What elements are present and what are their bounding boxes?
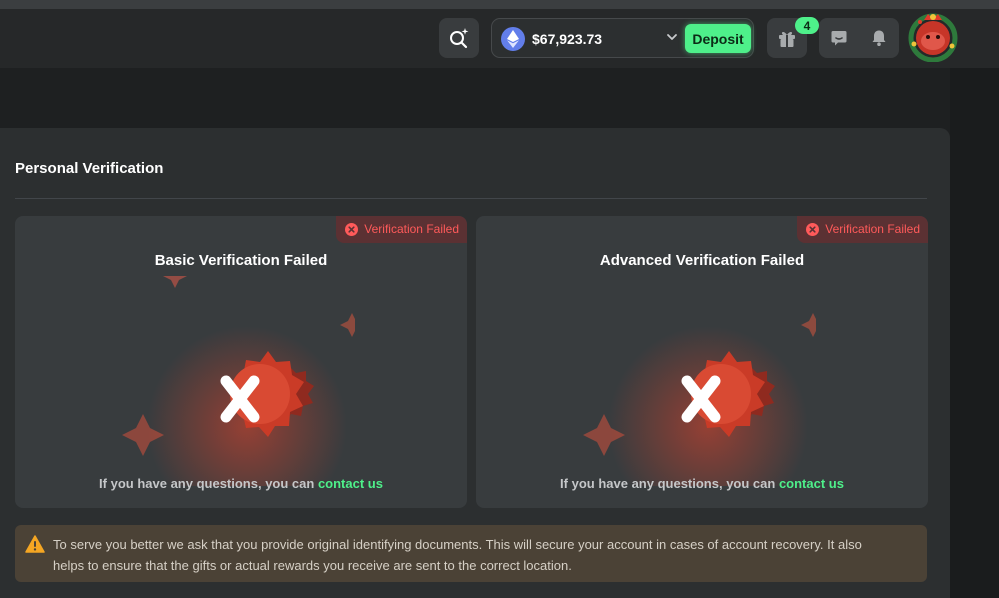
- error-circle-icon: [806, 223, 820, 236]
- ethereum-icon: [501, 27, 525, 51]
- advanced-verification-card: Verification Failed Advanced Verificatio…: [476, 216, 928, 508]
- warning-icon: [25, 535, 45, 553]
- card-title: Basic Verification Failed: [154, 252, 328, 269]
- contact-us-link[interactable]: contact us: [318, 476, 383, 491]
- contact-line: If you have any questions, you can conta…: [476, 476, 928, 491]
- wallet-selector[interactable]: $67,923.73 Deposit: [491, 18, 754, 58]
- window-top-bar: [0, 0, 999, 9]
- error-circle-icon: [345, 223, 359, 236]
- chat-button[interactable]: [819, 18, 859, 58]
- status-badge: Verification Failed: [797, 216, 928, 243]
- status-text: Verification Failed: [825, 222, 920, 236]
- failed-badge-icon: [122, 276, 355, 486]
- verification-panel: Personal Verification Verification Faile…: [0, 128, 950, 598]
- search-icon: [450, 28, 469, 49]
- chevron-down-icon[interactable]: [666, 31, 678, 43]
- gift-count-badge: 4: [795, 17, 819, 34]
- page-title: Personal Verification: [15, 160, 164, 177]
- status-text: Verification Failed: [364, 222, 459, 236]
- notification-button[interactable]: [859, 18, 899, 58]
- user-avatar[interactable]: [906, 8, 960, 63]
- header-icon-group: [819, 18, 899, 58]
- bell-icon: [872, 30, 886, 46]
- basic-verification-card: Verification Failed Basic Verification F…: [15, 216, 467, 508]
- gift-icon: [779, 31, 795, 47]
- search-button[interactable]: [439, 18, 479, 58]
- divider: [15, 198, 927, 199]
- contact-us-link[interactable]: contact us: [779, 476, 844, 491]
- deposit-button[interactable]: Deposit: [685, 24, 751, 53]
- notice-text: To serve you better we ask that you prov…: [53, 537, 862, 573]
- status-badge: Verification Failed: [336, 216, 467, 243]
- wallet-balance: $67,923.73: [532, 31, 603, 47]
- question-text: If you have any questions, you can: [99, 476, 318, 491]
- card-title: Advanced Verification Failed: [599, 252, 805, 269]
- chat-icon: [831, 31, 847, 46]
- right-sidebar: [950, 68, 999, 598]
- failed-badge-icon: [583, 313, 816, 486]
- avatar-icon: [908, 13, 958, 63]
- document-notice: To serve you better we ask that you prov…: [15, 525, 927, 582]
- question-text: If you have any questions, you can: [560, 476, 779, 491]
- contact-line: If you have any questions, you can conta…: [15, 476, 467, 491]
